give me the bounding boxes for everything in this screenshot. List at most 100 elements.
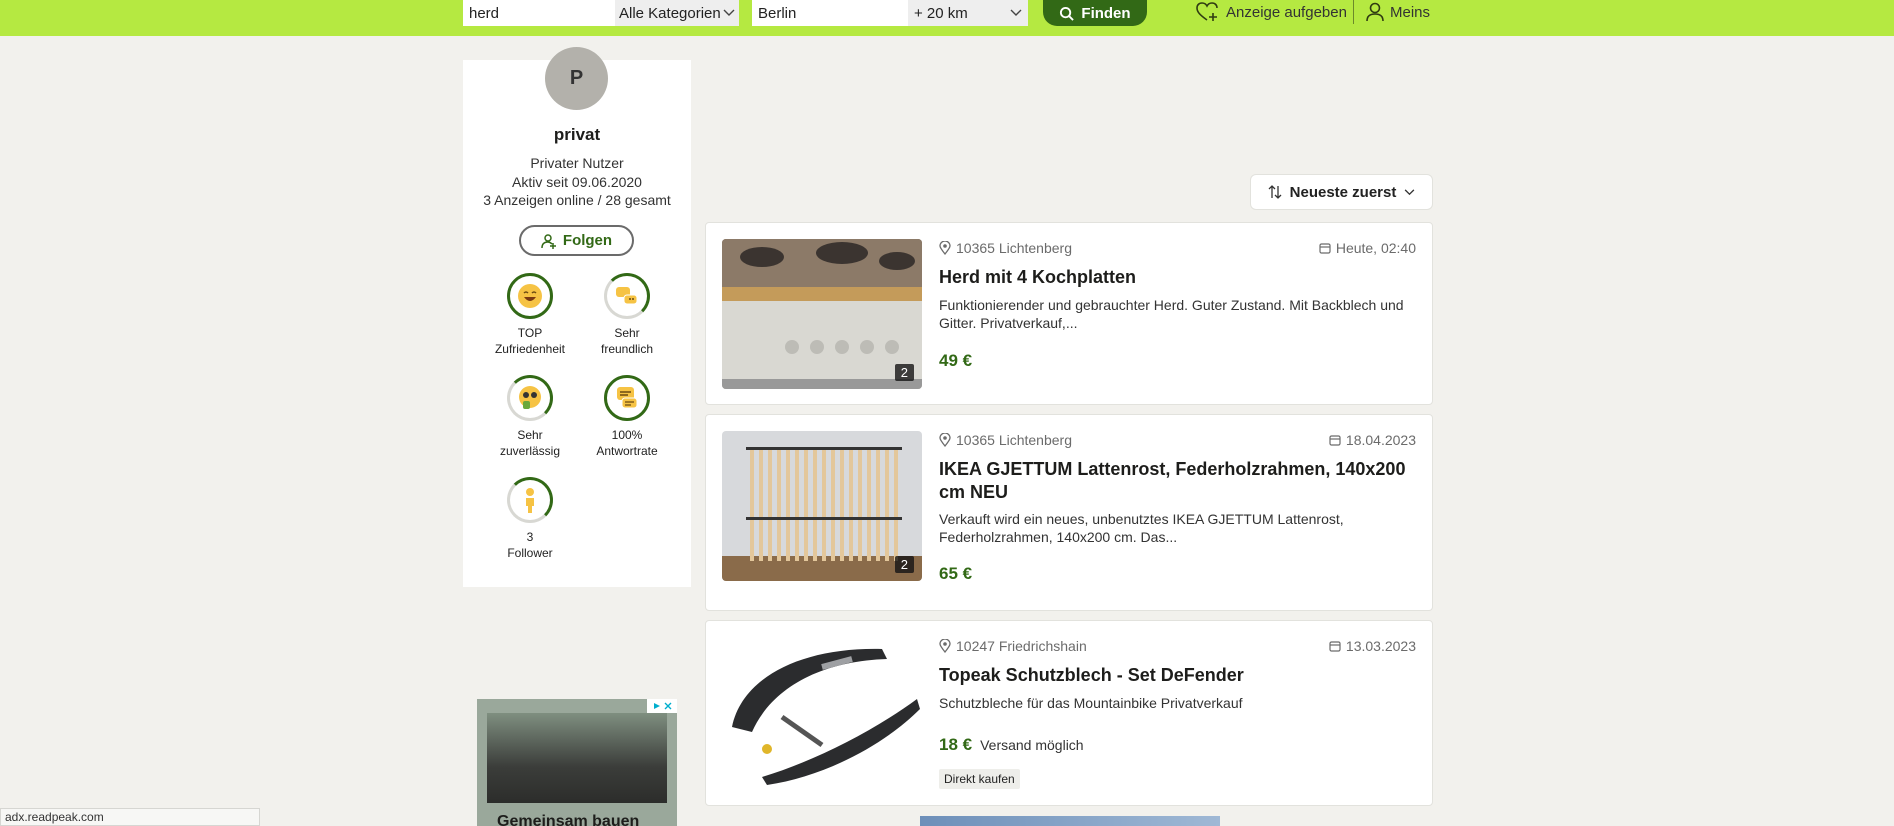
badge-line1: 3 (526, 530, 534, 544)
listing-price-value: 49 € (939, 351, 973, 370)
search-input[interactable] (463, 0, 615, 26)
header-divider (1353, 0, 1354, 24)
add-heart-icon (1196, 2, 1218, 21)
listing-card[interactable]: 2 10365 Lichtenberg Heute, 02:40 Herd mi… (705, 222, 1433, 405)
thumbs-up-face-icon (519, 386, 541, 409)
listing-date-text: Heute, 02:40 (1335, 240, 1416, 256)
browser-status-url: adx.readpeak.com (0, 808, 260, 826)
badge-ring (507, 477, 553, 523)
ad-headline: Gemeinsam bauen (497, 813, 640, 826)
listing-card[interactable]: 10247 Friedrichshain 13.03.2023 Topeak S… (705, 620, 1433, 806)
image-count: 2 (894, 556, 914, 573)
sort-dropdown[interactable]: Neueste zuerst (1250, 174, 1433, 210)
listing-date: 18.04.2023 (1329, 432, 1416, 448)
listing-date: Heute, 02:40 (1319, 240, 1416, 256)
badge-reliable: Sehr zuverlässig (485, 375, 575, 459)
advertisement[interactable]: Gemeinsam bauen (477, 699, 677, 826)
location-pin-icon (939, 639, 951, 653)
user-icon (1366, 2, 1384, 22)
category-select[interactable]: Alle Kategorien (615, 0, 739, 26)
badge-line2: Antwortrate (596, 444, 658, 458)
calendar-icon (1329, 641, 1341, 652)
follow-button[interactable]: Folgen (519, 225, 634, 256)
laughing-face-icon (518, 284, 542, 308)
badge-ring (604, 375, 650, 421)
listing-description: Schutzbleche für das Mountainbike Privat… (939, 695, 1243, 711)
location-input[interactable] (752, 0, 908, 26)
listing-location-text: 10365 Lichtenberg (956, 240, 1072, 256)
seller-name: privat (553, 125, 601, 144)
listing-location: 10365 Lichtenberg (939, 432, 1072, 448)
radius-select-label: + 20 km (914, 4, 968, 22)
mudguard-photo (722, 637, 922, 787)
listing-image[interactable] (722, 637, 922, 787)
calendar-icon (1319, 243, 1331, 254)
badge-line2: zuverlässig (499, 444, 561, 458)
chevron-down-icon (1010, 9, 1022, 16)
person-icon (526, 488, 534, 513)
find-button[interactable]: Finden (1043, 0, 1147, 26)
listing-price-value: 65 € (939, 564, 973, 583)
listing-image[interactable]: 2 (722, 239, 922, 389)
follow-button-label: Folgen (562, 232, 613, 249)
slatted-frame-photo (722, 431, 922, 581)
listing-image[interactable]: 2 (722, 431, 922, 581)
next-listing-image[interactable] (920, 816, 1220, 826)
listing-price: 18 € Versand möglich (939, 735, 1084, 755)
badge-friendly: Sehr freundlich (582, 273, 672, 357)
ad-info-icon (653, 703, 660, 709)
seller-type: Privater Nutzer (530, 155, 624, 171)
badge-followers: 3 Follower (485, 477, 575, 561)
chevron-down-icon (723, 9, 735, 16)
badge-ring (604, 273, 650, 319)
avatar-letter: P (569, 67, 584, 89)
listing-price: 65 € (939, 564, 972, 584)
badge-ring (507, 375, 553, 421)
account-label: Meins (1390, 3, 1431, 21)
radius-select[interactable]: + 20 km (908, 0, 1028, 26)
badge-line1: Sehr (614, 326, 640, 340)
seller-ads-count: 3 Anzeigen online / 28 gesamt (483, 192, 671, 208)
stove-photo (722, 239, 922, 389)
listing-location: 10365 Lichtenberg (939, 240, 1072, 256)
listing-description: Funktionierender und gebrauchter Herd. G… (939, 297, 1404, 331)
category-select-label: Alle Kategorien (619, 4, 721, 22)
badge-line1: TOP (517, 326, 543, 340)
account-link[interactable]: Meins (1366, 0, 1430, 24)
ad-choices-icon[interactable] (647, 699, 677, 713)
listing-location: 10247 Friedrichshain (939, 638, 1087, 654)
calendar-icon (1329, 435, 1341, 446)
listing-location-text: 10247 Friedrichshain (956, 638, 1087, 654)
post-ad-label: Anzeige aufgeben (1226, 3, 1347, 21)
listing-date: 13.03.2023 (1329, 638, 1416, 654)
badge-line1: Sehr (517, 428, 543, 442)
listing-title[interactable]: IKEA GJETTUM Lattenrost, Federholzrahmen… (939, 458, 1419, 504)
post-ad-link[interactable]: Anzeige aufgeben (1196, 0, 1347, 24)
search-icon (1060, 6, 1075, 21)
badge-line2: freundlich (600, 342, 654, 356)
listing-description: Verkauft wird ein neues, unbenutztes IKE… (939, 511, 1344, 545)
follow-user-icon (541, 233, 556, 249)
listing-title[interactable]: Topeak Schutzblech - Set DeFender (939, 664, 1419, 687)
listing-price: 49 € (939, 351, 972, 371)
badge-satisfaction: TOP Zufriedenheit (485, 273, 575, 357)
ad-close-icon (664, 702, 671, 710)
badge-response-rate: 100% Antwortrate (582, 375, 672, 459)
image-count: 2 (894, 364, 914, 381)
message-lines-icon (617, 387, 638, 409)
listing-title[interactable]: Herd mit 4 Kochplatten (939, 266, 1419, 289)
sort-arrows-icon (1268, 185, 1282, 199)
listing-location-text: 10365 Lichtenberg (956, 432, 1072, 448)
listing-card[interactable]: 2 10365 Lichtenberg 18.04.2023 IKEA GJET… (705, 414, 1433, 611)
direct-buy-tag: Direkt kaufen (939, 769, 1020, 789)
avatar: P (545, 47, 608, 110)
listing-shipping: Versand möglich (980, 737, 1084, 753)
find-button-label: Finden (1081, 4, 1131, 22)
chat-bubbles-icon (616, 287, 638, 305)
badge-line2: Zufriedenheit (494, 342, 566, 356)
badge-line1: 100% (611, 428, 643, 442)
location-pin-icon (939, 433, 951, 447)
ad-image (487, 713, 667, 803)
badge-line2: Follower (507, 546, 553, 560)
badge-ring (507, 273, 553, 319)
